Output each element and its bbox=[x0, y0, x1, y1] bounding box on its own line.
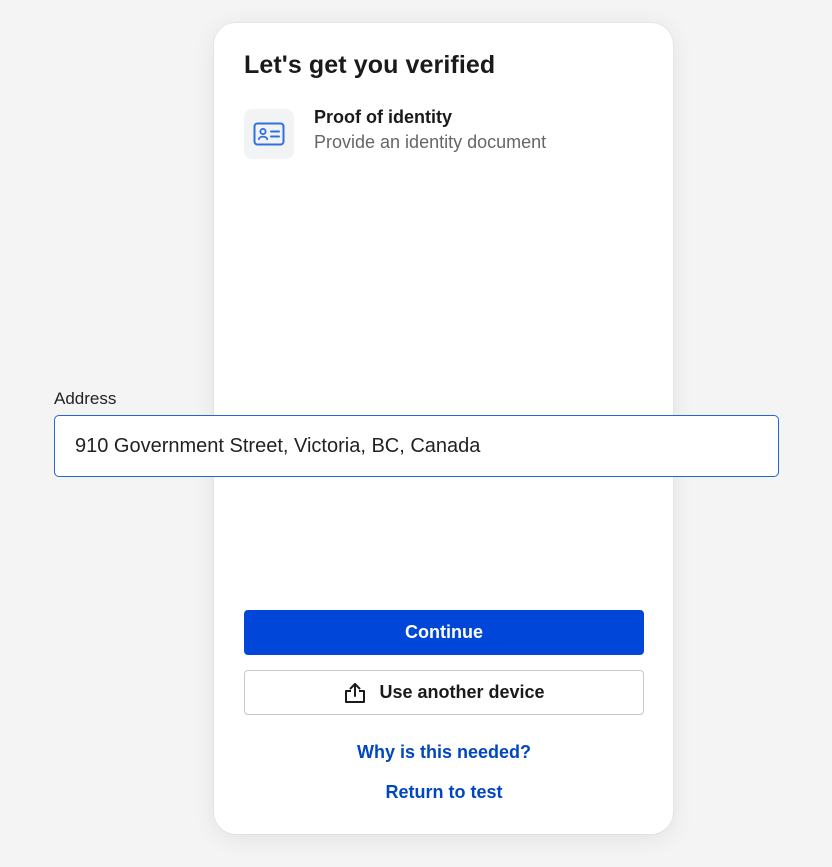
upload-icon bbox=[343, 682, 367, 704]
why-needed-link[interactable]: Why is this needed? bbox=[244, 742, 644, 763]
step-text: Proof of identity Provide an identity do… bbox=[314, 105, 546, 155]
id-card-icon bbox=[244, 109, 294, 159]
return-to-test-link[interactable]: Return to test bbox=[244, 782, 644, 803]
page: Let's get you verified Proof of identity… bbox=[0, 0, 832, 867]
address-input[interactable] bbox=[54, 415, 779, 477]
address-label: Address bbox=[54, 389, 117, 408]
continue-button[interactable]: Continue bbox=[244, 610, 644, 655]
step-subtitle: Provide an identity document bbox=[314, 132, 547, 152]
step-title: Proof of identity bbox=[314, 107, 452, 127]
use-another-device-button[interactable]: Use another device bbox=[244, 670, 644, 715]
use-another-device-label: Use another device bbox=[379, 682, 545, 702]
card-title: Let's get you verified bbox=[244, 51, 496, 79]
step-proof-of-identity: Proof of identity Provide an identity do… bbox=[244, 107, 546, 159]
